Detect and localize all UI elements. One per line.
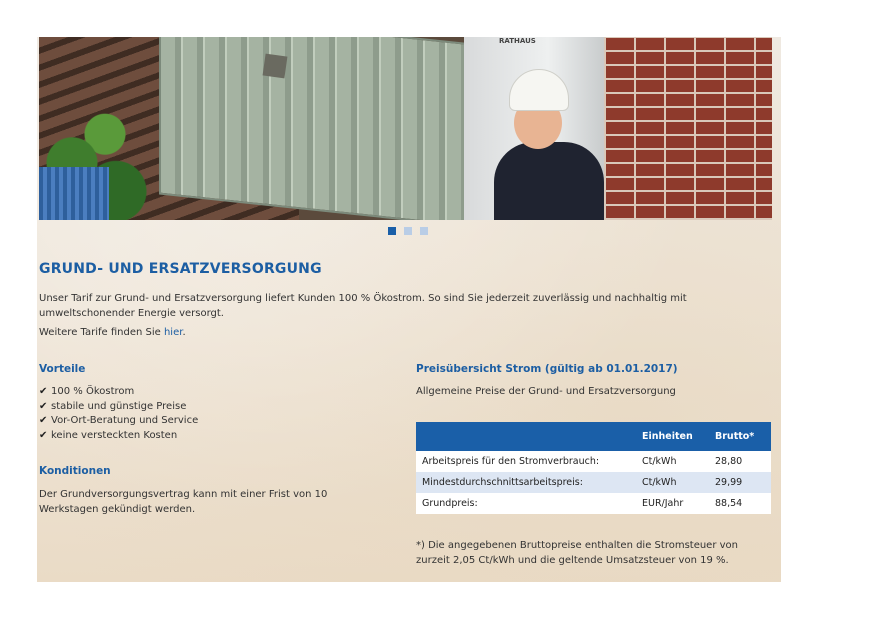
slider-dot-1[interactable]	[388, 227, 396, 235]
benefit-item: ✔ keine versteckten Kosten	[39, 429, 198, 444]
vorteile-heading: Vorteile	[39, 363, 86, 375]
price-label: Arbeitspreis für den Stromverbrauch:	[416, 451, 636, 472]
column-header-gross: Brutto*	[709, 422, 771, 451]
intro-text: Unser Tarif zur Grund- und Ersatzversorg…	[39, 293, 687, 319]
more-tariffs-link[interactable]: hier	[164, 327, 182, 338]
hero-worker	[494, 142, 604, 220]
benefit-label: 100 % Ökostrom	[51, 386, 135, 397]
benefit-label: stabile und günstige Preise	[51, 400, 187, 412]
content-panel: RATHAUS GRUND- UND ERSATZVERSORGUNG Unse…	[37, 37, 781, 582]
price-label: Grundpreis:	[416, 493, 636, 514]
price-value: 29,99	[709, 472, 771, 493]
benefit-item: ✔ Vor-Ort-Beratung und Service	[39, 414, 198, 429]
price-unit: EUR/Jahr	[636, 493, 709, 514]
price-unit: Ct/kWh	[636, 472, 709, 493]
slider-dot-2[interactable]	[404, 227, 412, 235]
warning-sign-icon	[262, 53, 288, 79]
table-row: Mindestdurchschnittsarbeitspreis: Ct/kWh…	[416, 472, 771, 493]
slider-dots	[388, 227, 428, 235]
page-title: GRUND- UND ERSATZVERSORGUNG	[39, 261, 322, 277]
benefit-item: ✔ stabile und günstige Preise	[39, 400, 198, 415]
price-unit: Ct/kWh	[636, 451, 709, 472]
slider-dot-3[interactable]	[420, 227, 428, 235]
check-icon: ✔	[39, 386, 48, 397]
benefit-label: Vor-Ort-Beratung und Service	[51, 415, 199, 426]
more-tariffs-prefix: Weitere Tarife finden Sie	[39, 327, 164, 338]
price-footnote: *) Die angegebenen Bruttopreise enthalte…	[416, 540, 739, 566]
price-overview-heading: Preisübersicht Strom (gültig ab 01.01.20…	[416, 363, 678, 375]
hero-transformer	[159, 37, 473, 220]
hero-fence	[39, 167, 109, 220]
more-tariffs-text: Weitere Tarife finden Sie hier.	[39, 327, 186, 338]
benefits-list: ✔ 100 % Ökostrom ✔ stabile und günstige Pr…	[39, 385, 198, 443]
price-value: 88,54	[709, 493, 771, 514]
table-row: Grundpreis: EUR/Jahr 88,54	[416, 493, 771, 514]
price-label: Mindestdurchschnittsarbeitspreis:	[416, 472, 636, 493]
price-table: Einheiten Brutto* Arbeitspreis für den S…	[416, 422, 771, 514]
column-header-units: Einheiten	[636, 422, 709, 451]
door-sign: RATHAUS	[499, 37, 536, 45]
column-header	[416, 422, 636, 451]
check-icon: ✔	[39, 429, 48, 441]
konditionen-text: Der Grundversorgungsvertrag kann mit ein…	[39, 489, 328, 515]
check-icon: ✔	[39, 415, 48, 426]
price-overview-subtitle: Allgemeine Preise der Grund- und Ersatzv…	[416, 386, 676, 397]
table-row: Arbeitspreis für den Stromverbrauch: Ct/…	[416, 451, 771, 472]
check-icon: ✔	[39, 400, 48, 412]
price-table-header: Einheiten Brutto*	[416, 422, 771, 451]
hero-image: RATHAUS	[39, 37, 772, 220]
price-value: 28,80	[709, 451, 771, 472]
benefit-item: ✔ 100 % Ökostrom	[39, 385, 198, 400]
benefit-label: keine versteckten Kosten	[51, 429, 178, 441]
hero-brick-wall	[604, 37, 772, 220]
more-tariffs-suffix: .	[182, 327, 186, 338]
konditionen-heading: Konditionen	[39, 465, 111, 477]
